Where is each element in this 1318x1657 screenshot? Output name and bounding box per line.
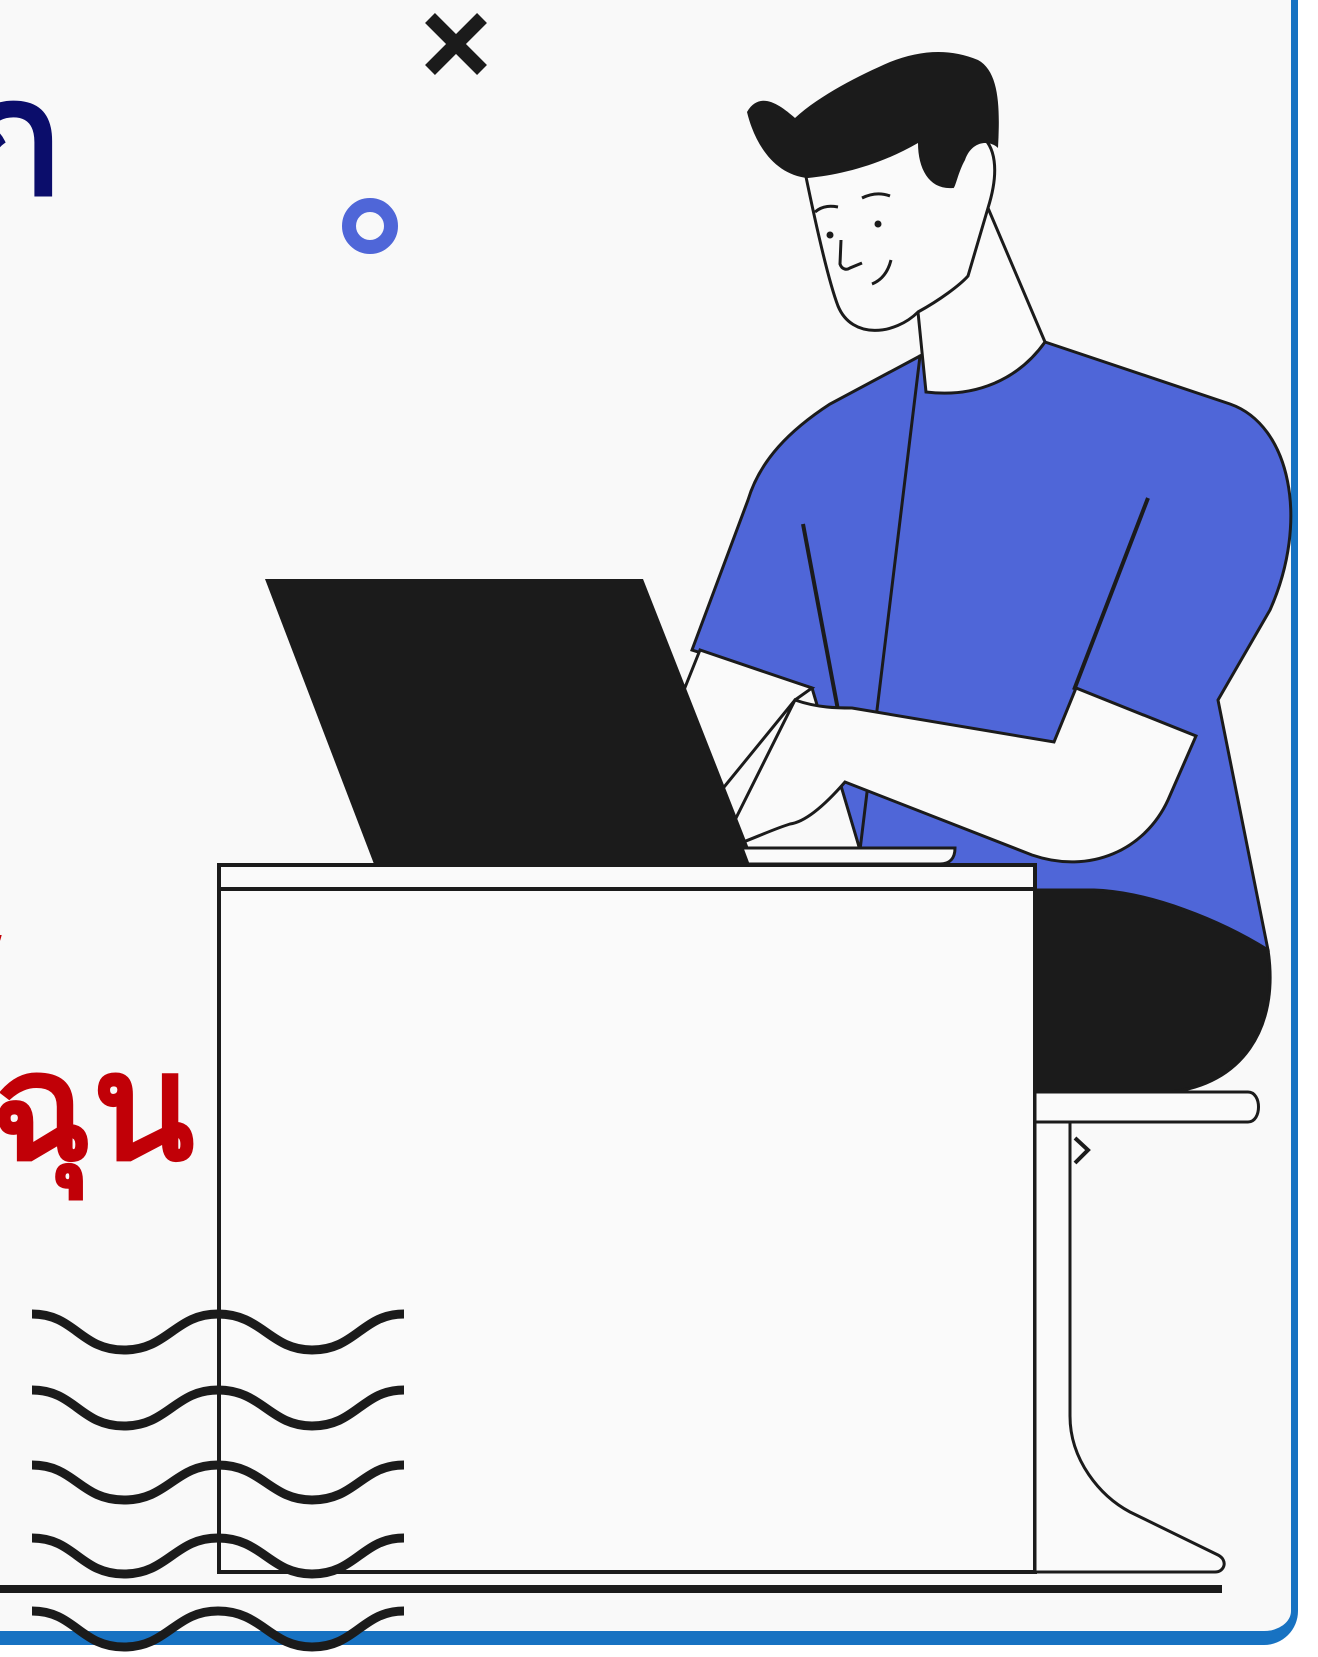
left-eye [826,231,834,239]
x-mark-icon [425,13,487,75]
right-eye [874,220,882,228]
laptop-base [739,846,957,866]
desk-top [217,863,1037,891]
desk-body [217,887,1037,1574]
chair-leg [1033,1120,1226,1574]
ring-icon [342,198,398,254]
chair-seat [1033,1090,1260,1124]
illustration-card: ก ี้ ฉุน [0,0,1318,1657]
chair-mark [1073,1136,1091,1165]
laptop-screen [265,579,755,864]
person-at-laptop-illustration [0,13,1293,1652]
